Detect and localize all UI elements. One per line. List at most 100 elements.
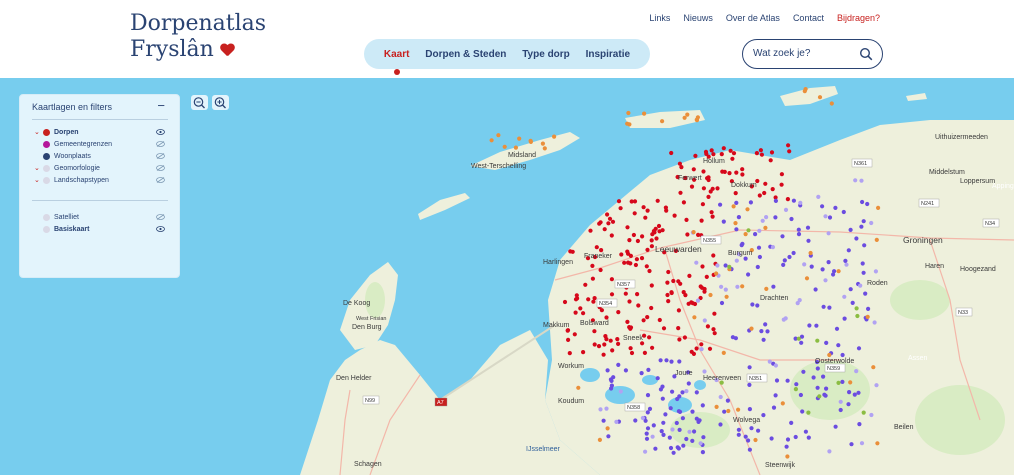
village-marker[interactable]: [657, 317, 662, 323]
village-marker[interactable]: [759, 329, 764, 334]
village-marker[interactable]: [740, 284, 745, 289]
village-marker[interactable]: [754, 151, 760, 156]
village-marker[interactable]: [691, 167, 696, 172]
village-marker[interactable]: [838, 407, 843, 413]
village-marker[interactable]: [622, 260, 627, 265]
village-marker[interactable]: [715, 263, 720, 268]
village-marker[interactable]: [496, 133, 501, 138]
village-marker[interactable]: [660, 396, 665, 401]
village-marker[interactable]: [698, 284, 703, 289]
village-marker[interactable]: [720, 169, 725, 174]
village-marker[interactable]: [796, 336, 801, 341]
village-marker[interactable]: [859, 224, 864, 229]
village-marker[interactable]: [609, 233, 614, 238]
village-marker[interactable]: [640, 415, 646, 421]
chevron-down-icon[interactable]: ⌄: [34, 164, 41, 172]
village-marker[interactable]: [820, 204, 825, 209]
village-marker[interactable]: [714, 404, 719, 409]
village-marker[interactable]: [806, 238, 811, 243]
layer-satelliet[interactable]: Satelliet: [34, 212, 79, 222]
village-marker[interactable]: [684, 217, 689, 222]
village-marker[interactable]: [770, 245, 776, 250]
village-marker[interactable]: [855, 313, 860, 319]
village-marker[interactable]: [808, 250, 813, 256]
village-marker[interactable]: [629, 350, 635, 356]
village-marker[interactable]: [861, 410, 866, 415]
village-marker[interactable]: [635, 292, 640, 297]
village-marker[interactable]: [679, 165, 684, 170]
village-marker[interactable]: [852, 392, 857, 397]
village-marker[interactable]: [724, 294, 729, 299]
village-marker[interactable]: [680, 390, 685, 395]
village-marker[interactable]: [823, 214, 828, 219]
village-marker[interactable]: [714, 271, 719, 276]
village-marker[interactable]: [700, 264, 705, 269]
layer-basiskaart[interactable]: Basiskaart: [34, 224, 89, 234]
village-marker[interactable]: [753, 232, 758, 237]
village-marker[interactable]: [669, 150, 674, 156]
village-marker[interactable]: [785, 197, 791, 202]
village-marker[interactable]: [700, 202, 706, 207]
village-marker[interactable]: [655, 198, 660, 203]
village-marker[interactable]: [736, 432, 741, 437]
village-marker[interactable]: [618, 206, 623, 211]
eye-icon[interactable]: [156, 226, 165, 232]
eye-hidden-icon[interactable]: [156, 214, 165, 220]
village-marker[interactable]: [684, 389, 689, 394]
village-marker[interactable]: [693, 153, 698, 158]
village-marker[interactable]: [625, 319, 630, 324]
village-marker[interactable]: [801, 369, 806, 374]
village-marker[interactable]: [632, 211, 637, 216]
village-marker[interactable]: [787, 254, 792, 260]
village-marker[interactable]: [636, 303, 641, 308]
village-marker[interactable]: [726, 408, 731, 414]
village-marker[interactable]: [702, 318, 707, 323]
village-marker[interactable]: [681, 290, 686, 295]
village-marker[interactable]: [667, 435, 672, 440]
village-marker[interactable]: [687, 429, 692, 434]
village-marker[interactable]: [645, 315, 650, 320]
village-marker[interactable]: [676, 279, 681, 284]
village-marker[interactable]: [677, 337, 682, 342]
village-marker[interactable]: [758, 148, 764, 153]
village-marker[interactable]: [707, 346, 713, 351]
village-marker[interactable]: [836, 269, 841, 274]
village-marker[interactable]: [718, 394, 723, 400]
village-marker[interactable]: [692, 429, 697, 434]
nav-bijdragen[interactable]: Bijdragen?: [837, 13, 880, 23]
village-marker[interactable]: [489, 138, 494, 143]
village-marker[interactable]: [811, 375, 816, 380]
village-marker[interactable]: [736, 407, 741, 412]
village-marker[interactable]: [615, 337, 620, 342]
zoom-in-icon[interactable]: [212, 95, 229, 110]
village-marker[interactable]: [661, 420, 666, 425]
village-marker[interactable]: [660, 119, 665, 124]
village-marker[interactable]: [567, 351, 572, 356]
village-marker[interactable]: [859, 178, 864, 183]
village-marker[interactable]: [646, 367, 651, 372]
village-marker[interactable]: [862, 243, 867, 248]
layer-woonplaats[interactable]: Woonplaats: [34, 151, 91, 161]
village-marker[interactable]: [721, 146, 726, 151]
village-marker[interactable]: [853, 178, 858, 183]
village-marker[interactable]: [649, 305, 654, 311]
village-marker[interactable]: [578, 306, 583, 311]
village-marker[interactable]: [712, 331, 717, 336]
village-marker[interactable]: [592, 329, 597, 334]
village-marker[interactable]: [588, 228, 593, 233]
village-marker[interactable]: [833, 424, 838, 429]
village-marker[interactable]: [623, 368, 629, 373]
village-marker[interactable]: [730, 335, 736, 340]
village-marker[interactable]: [796, 232, 802, 237]
village-marker[interactable]: [773, 363, 779, 368]
village-marker[interactable]: [633, 418, 638, 423]
village-marker[interactable]: [813, 287, 818, 292]
village-marker[interactable]: [709, 148, 714, 153]
village-marker[interactable]: [821, 374, 826, 379]
site-logo[interactable]: Dorpenatlas Fryslân: [130, 11, 266, 66]
village-marker[interactable]: [592, 342, 597, 347]
village-marker[interactable]: [840, 379, 845, 384]
village-marker[interactable]: [562, 299, 568, 305]
village-marker[interactable]: [767, 359, 772, 364]
eye-hidden-icon[interactable]: [156, 177, 165, 183]
